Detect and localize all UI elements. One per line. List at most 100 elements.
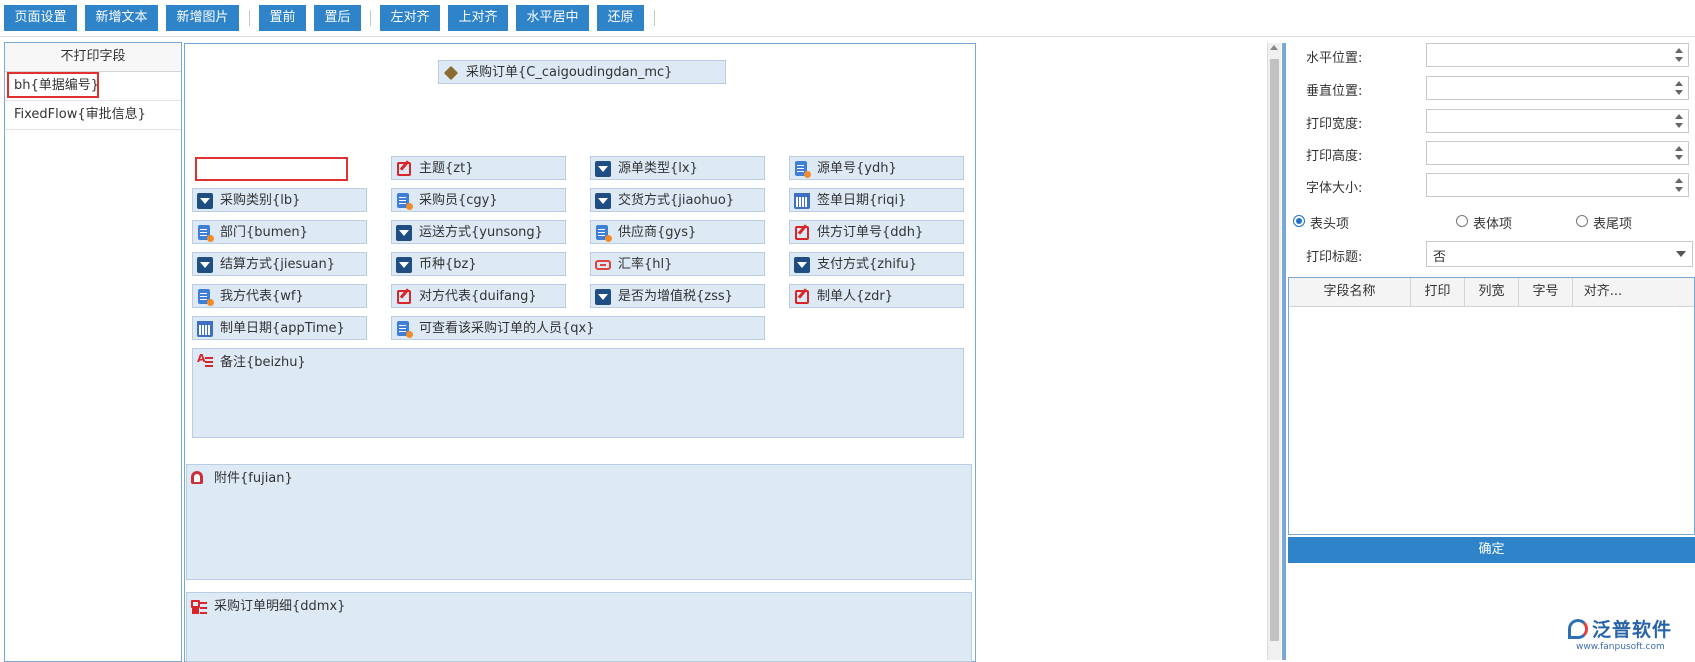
- field-beizhu[interactable]: 备注{beizhu}: [192, 348, 964, 438]
- restore-button[interactable]: 还原: [597, 5, 644, 31]
- print-height-label: 打印高度:: [1306, 149, 1363, 164]
- grid-header: 字段名称 打印 列宽 字号 对齐...: [1289, 278, 1694, 307]
- spin-down-icon[interactable]: [1675, 187, 1683, 192]
- field-zss[interactable]: 是否为增值税{zss}: [590, 284, 765, 308]
- confirm-button[interactable]: 确定: [1288, 537, 1695, 563]
- field-jiesuan[interactable]: 结算方式{jiesuan}: [192, 252, 367, 276]
- field-yunsong[interactable]: 运送方式{yunsong}: [391, 220, 566, 244]
- field-duifang[interactable]: 对方代表{duifang}: [391, 284, 566, 308]
- grid-col-print[interactable]: 打印: [1411, 278, 1465, 306]
- dropdown-icon: [197, 257, 213, 273]
- grid-col-field-name[interactable]: 字段名称: [1289, 278, 1411, 306]
- print-width-label: 打印宽度:: [1306, 117, 1363, 132]
- dropdown-icon: [794, 257, 810, 273]
- canvas-scrollbar[interactable]: [1267, 43, 1281, 660]
- spin-up-icon[interactable]: [1675, 146, 1683, 151]
- field-bz[interactable]: 币种{bz}: [391, 252, 566, 276]
- spin-up-icon[interactable]: [1675, 48, 1683, 53]
- send-back-button[interactable]: 置后: [314, 5, 361, 31]
- field-ddh[interactable]: 供方订单号{ddh}: [789, 220, 964, 244]
- edit-icon: [795, 226, 809, 240]
- dropdown-icon: [396, 257, 412, 273]
- radio-body-item[interactable]: [1456, 215, 1468, 227]
- title-field[interactable]: 采购订单{C_caigoudingdan_mc}: [438, 60, 726, 84]
- grid-col-align[interactable]: 对齐...: [1573, 278, 1633, 306]
- print-height-input[interactable]: [1426, 141, 1689, 165]
- radio-header-item[interactable]: [1293, 215, 1305, 227]
- spin-up-icon[interactable]: [1675, 81, 1683, 86]
- print-title-label: 打印标题:: [1306, 250, 1363, 265]
- field-bumen[interactable]: 部门{bumen}: [192, 220, 367, 244]
- field-fujian[interactable]: 附件{fujian}: [186, 464, 972, 580]
- document-icon: [596, 225, 612, 242]
- panel-splitter[interactable]: [1282, 43, 1286, 660]
- scroll-thumb[interactable]: [1270, 59, 1279, 641]
- grid-col-width[interactable]: 列宽: [1465, 278, 1519, 306]
- spin-up-icon[interactable]: [1675, 178, 1683, 183]
- field-apptime[interactable]: 制单日期{appTime}: [192, 316, 367, 340]
- document-icon: [795, 161, 811, 178]
- field-lb[interactable]: 采购类别{lb}: [192, 188, 367, 212]
- chevron-down-icon: [1676, 251, 1686, 257]
- print-title-value: 否: [1433, 250, 1447, 265]
- spin-up-icon[interactable]: [1675, 114, 1683, 119]
- center-horizontal-button[interactable]: 水平居中: [516, 5, 589, 31]
- print-layout-canvas[interactable]: 采购订单{C_caigoudingdan_mc} 主题{zt} 源单类型{lx}…: [184, 43, 976, 662]
- fanpu-logo-icon: [1568, 619, 1588, 639]
- spin-down-icon[interactable]: [1675, 90, 1683, 95]
- horizontal-position-input[interactable]: [1426, 43, 1689, 67]
- field-jiaohuo[interactable]: 交货方式{jiaohuo}: [590, 188, 765, 212]
- highlight-box-empty: [195, 157, 348, 181]
- properties-panel: 水平位置: 垂直位置: 打印宽度: 打印高度: 字体大小: 表头项 表体项 表尾…: [1288, 43, 1695, 660]
- field-item-fixedflow[interactable]: FixedFlow{审批信息}: [5, 101, 181, 130]
- grid-col-font-size[interactable]: 字号: [1519, 278, 1573, 306]
- field-zdr[interactable]: 制单人{zdr}: [789, 284, 964, 308]
- field-ydh[interactable]: 源单号{ydh}: [789, 156, 964, 180]
- spin-down-icon[interactable]: [1675, 123, 1683, 128]
- dropdown-icon: [595, 289, 611, 305]
- add-image-button[interactable]: 新增图片: [166, 5, 239, 31]
- document-icon: [397, 193, 413, 210]
- radio-footer-label: 表尾项: [1593, 217, 1633, 232]
- spin-down-icon[interactable]: [1675, 155, 1683, 160]
- bring-front-button[interactable]: 置前: [259, 5, 306, 31]
- document-icon: [198, 225, 214, 242]
- pen-icon: [443, 65, 459, 81]
- print-title-select[interactable]: 否: [1426, 241, 1693, 267]
- field-qx[interactable]: 可查看该采购订单的人员{qx}: [391, 316, 765, 340]
- field-grid[interactable]: 字段名称 打印 列宽 字号 对齐...: [1288, 277, 1695, 535]
- font-size-label: 字体大小:: [1306, 181, 1363, 196]
- page-setup-button[interactable]: 页面设置: [4, 5, 77, 31]
- text-icon: [197, 351, 213, 371]
- toolbar-separator: [249, 10, 250, 26]
- rate-icon: [595, 260, 611, 270]
- align-left-button[interactable]: 左对齐: [380, 5, 440, 31]
- field-wf[interactable]: 我方代表{wf}: [192, 284, 367, 308]
- radio-body-label: 表体项: [1473, 217, 1513, 232]
- field-gys[interactable]: 供应商{gys}: [590, 220, 765, 244]
- spin-down-icon[interactable]: [1675, 57, 1683, 62]
- field-riqi[interactable]: 签单日期{riqi}: [789, 188, 964, 212]
- add-text-button[interactable]: 新增文本: [85, 5, 158, 31]
- attachment-icon: [191, 471, 203, 484]
- horizontal-position-label: 水平位置:: [1306, 51, 1363, 66]
- non-print-fields-title: 不打印字段: [5, 43, 181, 72]
- dropdown-icon: [197, 193, 213, 209]
- field-hl[interactable]: 汇率{hl}: [590, 252, 765, 276]
- radio-footer-item[interactable]: [1576, 215, 1588, 227]
- field-zt[interactable]: 主题{zt}: [391, 156, 566, 180]
- calendar-icon: [197, 321, 213, 337]
- edit-icon: [795, 290, 809, 304]
- scroll-up-icon[interactable]: [1270, 45, 1278, 50]
- font-size-input[interactable]: [1426, 173, 1689, 197]
- field-cgy[interactable]: 采购员{cgy}: [391, 188, 566, 212]
- field-zhifu[interactable]: 支付方式{zhifu}: [789, 252, 964, 276]
- radio-header-label: 表头项: [1310, 217, 1350, 232]
- vertical-position-input[interactable]: [1426, 76, 1689, 100]
- vertical-position-label: 垂直位置:: [1306, 84, 1363, 99]
- non-print-fields-panel: 不打印字段 bh{单据编号} FixedFlow{审批信息}: [4, 42, 182, 662]
- field-ddmx[interactable]: 采购订单明细{ddmx}: [186, 592, 972, 662]
- align-top-button[interactable]: 上对齐: [448, 5, 508, 31]
- print-width-input[interactable]: [1426, 109, 1689, 133]
- field-lx[interactable]: 源单类型{lx}: [590, 156, 765, 180]
